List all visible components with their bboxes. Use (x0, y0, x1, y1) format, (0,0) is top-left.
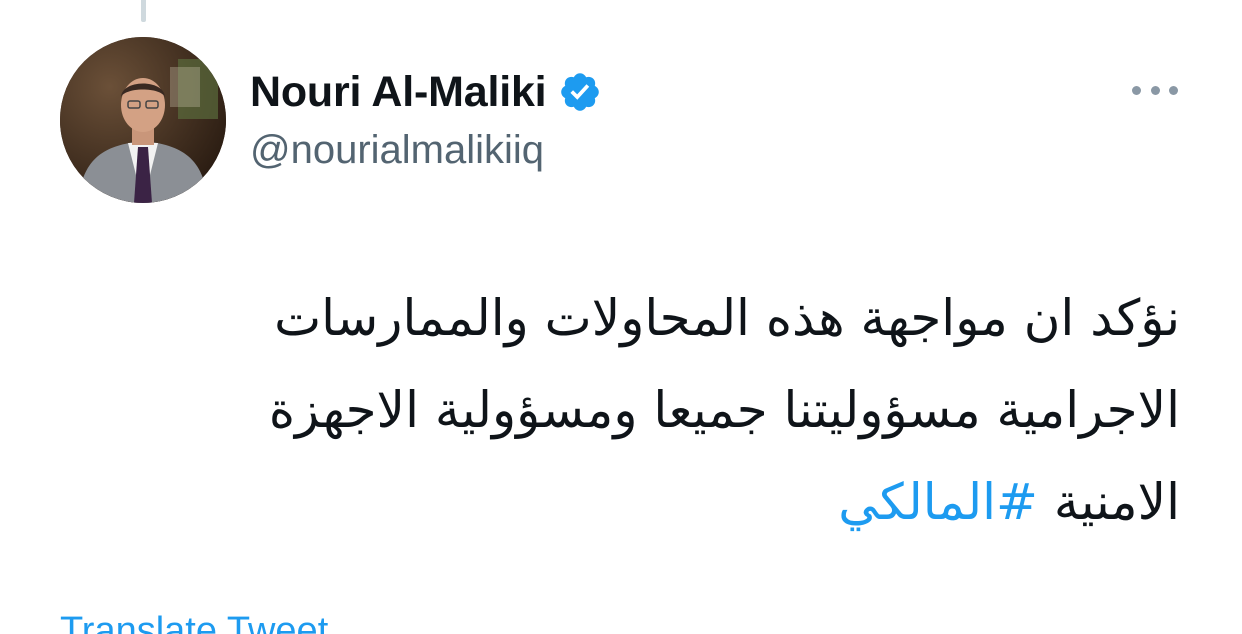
thread-line (141, 0, 146, 22)
tweet-text-line-1: نؤكد ان مواجهة هذه المحاولات والممارسات (274, 289, 1180, 347)
tweet-text: نؤكد ان مواجهة هذه المحاولات والممارسات … (70, 272, 1180, 548)
tweet: Nouri Al-Maliki @nourialmalikiiq نؤكد ان… (0, 0, 1242, 634)
author-row: Nouri Al-Maliki (250, 64, 602, 120)
translate-tweet-link[interactable]: Translate Tweet (60, 610, 328, 634)
hashtag-link[interactable]: #المالكي (838, 473, 1038, 531)
more-horizontal-icon[interactable] (1132, 80, 1178, 100)
tweet-text-line-3: الامنية (1053, 473, 1180, 531)
display-name[interactable]: Nouri Al-Maliki (250, 68, 547, 117)
tweet-text-line-2: الاجرامية مسؤوليتنا جميعا ومسؤولية الاجه… (268, 381, 1180, 439)
author-handle[interactable]: @nourialmalikiiq (250, 128, 544, 173)
dot (1150, 85, 1160, 95)
verified-badge-icon (558, 70, 602, 114)
avatar[interactable] (60, 37, 226, 203)
dot (1132, 85, 1141, 95)
dot (1169, 85, 1178, 95)
